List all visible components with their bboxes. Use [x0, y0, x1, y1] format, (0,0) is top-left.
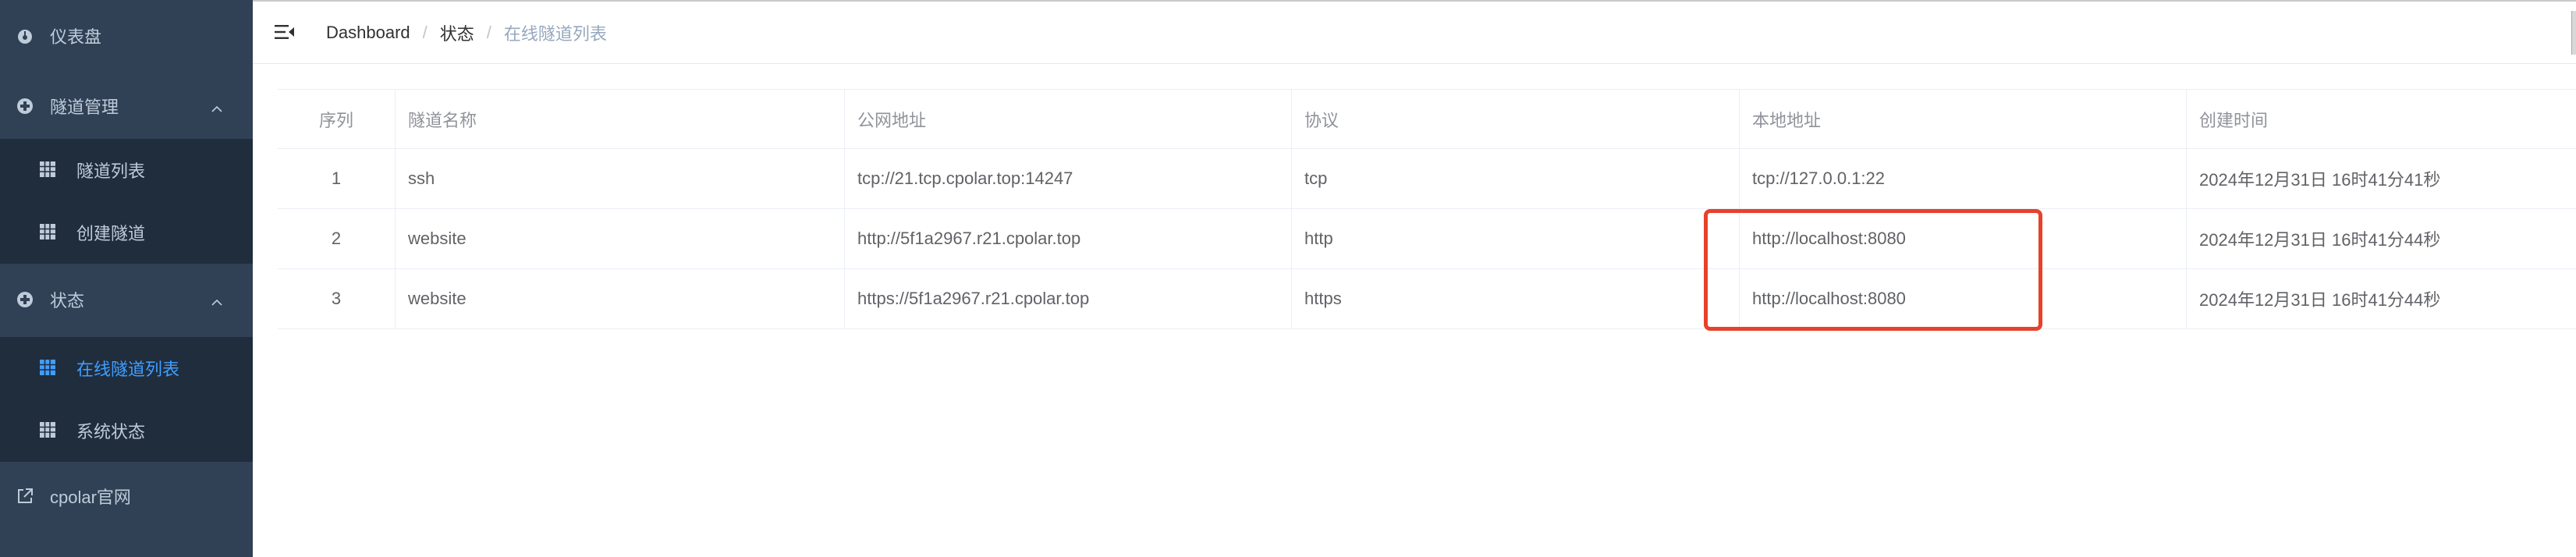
cell-index: 3 — [278, 269, 396, 328]
table-row: 3 website https://5f1a2967.r21.cpolar.to… — [278, 269, 2576, 329]
dashboard-icon — [16, 27, 34, 45]
chevron-up-icon — [211, 100, 223, 112]
grid-icon — [39, 421, 58, 440]
cell-created-time: 2024年12月31日 16时41分44秒 — [2199, 230, 2441, 250]
column-header-local-address: 本地地址 — [1740, 90, 2187, 148]
breadcrumb-status[interactable]: 状态 — [440, 20, 474, 45]
cell-name: ssh — [396, 149, 845, 208]
cell-name: website — [396, 269, 845, 328]
plus-circle-icon — [16, 97, 34, 115]
sidebar-item-label: 在线隧道列表 — [76, 360, 180, 379]
table-row: 1 ssh tcp://21.tcp.cpolar.top:14247 tcp … — [278, 149, 2576, 209]
plus-circle-icon — [16, 290, 34, 309]
sidebar-item-status[interactable]: 状态 — [0, 267, 253, 332]
cell-local-address: http://localhost:8080 — [1740, 269, 2187, 328]
cell-index: 2 — [278, 209, 396, 268]
sidebar-item-tunnel-list[interactable]: 隧道列表 — [0, 139, 253, 201]
sidebar-item-label: 仪表盘 — [50, 27, 102, 47]
breadcrumb-current: 在线隧道列表 — [503, 24, 607, 44]
external-link-icon — [16, 487, 34, 506]
sidebar-item-system-status[interactable]: 系统状态 — [0, 399, 253, 462]
table-header-row: 序列 隧道名称 公网地址 协议 本地地址 创建时间 — [278, 90, 2576, 149]
column-header-index: 序列 — [278, 90, 396, 148]
sidebar-item-create-tunnel[interactable]: 创建隧道 — [0, 201, 253, 264]
grid-icon — [39, 161, 58, 179]
grid-icon — [39, 359, 58, 378]
cell-name: website — [396, 209, 845, 268]
sidebar-item-label: cpolar官网 — [50, 488, 131, 507]
table-row: 2 website http://5f1a2967.r21.cpolar.top… — [278, 209, 2576, 269]
cell-local-address: tcp://127.0.0.1:22 — [1740, 149, 2187, 208]
sidebar-item-dashboard[interactable]: 仪表盘 — [0, 3, 253, 69]
grid-icon — [39, 223, 58, 242]
column-header-name: 隧道名称 — [396, 90, 845, 148]
sidebar-item-label: 系统状态 — [76, 422, 146, 442]
cell-protocol: tcp — [1292, 149, 1740, 208]
cell-created-time: 2024年12月31日 16时41分44秒 — [2199, 290, 2441, 310]
chevron-up-icon — [211, 293, 223, 306]
sidebar-item-cpolar-website[interactable]: cpolar官网 — [0, 463, 253, 529]
cell-public-url: tcp://21.tcp.cpolar.top:14247 — [845, 149, 1292, 208]
scrollbar[interactable] — [2571, 11, 2576, 55]
sidebar-item-label: 隧道管理 — [50, 98, 119, 117]
sidebar-item-label: 隧道列表 — [76, 161, 146, 181]
navbar: Dashboard / 状态 / 在线隧道列表 — [253, 2, 2576, 64]
submenu-status: 在线隧道列表 系统状态 — [0, 337, 253, 462]
breadcrumb-separator: / — [422, 23, 428, 42]
breadcrumb-separator: / — [486, 23, 491, 42]
cell-local-address: http://localhost:8080 — [1740, 209, 2187, 268]
sidebar-item-label: 状态 — [50, 291, 85, 310]
hamburger-icon[interactable] — [273, 20, 296, 44]
submenu-tunnel-management: 隧道列表 创建隧道 — [0, 139, 253, 264]
cell-index: 1 — [278, 149, 396, 208]
column-header-protocol: 协议 — [1292, 90, 1740, 148]
cell-created-time: 2024年12月31日 16时41分41秒 — [2199, 170, 2441, 190]
breadcrumb: Dashboard / 状态 / 在线隧道列表 — [326, 2, 607, 64]
tunnel-table: 序列 隧道名称 公网地址 协议 本地地址 创建时间 1 ssh tcp://21… — [278, 89, 2576, 329]
breadcrumb-dashboard[interactable]: Dashboard — [326, 23, 410, 43]
sidebar-item-label: 创建隧道 — [76, 224, 146, 243]
sidebar: 仪表盘 隧道管理 隧道列表 创建隧道 状态 在线隧道列表 系统状态 cpolar… — [0, 0, 253, 557]
sidebar-item-tunnel-management[interactable]: 隧道管理 — [0, 73, 253, 139]
cell-protocol: https — [1292, 269, 1740, 328]
cell-protocol: http — [1292, 209, 1740, 268]
column-header-created-time: 创建时间 — [2199, 110, 2269, 130]
sidebar-item-online-tunnel-list[interactable]: 在线隧道列表 — [0, 337, 253, 399]
cell-public-url: https://5f1a2967.r21.cpolar.top — [845, 269, 1292, 328]
column-header-public-url: 公网地址 — [845, 90, 1292, 148]
cell-public-url: http://5f1a2967.r21.cpolar.top — [845, 209, 1292, 268]
